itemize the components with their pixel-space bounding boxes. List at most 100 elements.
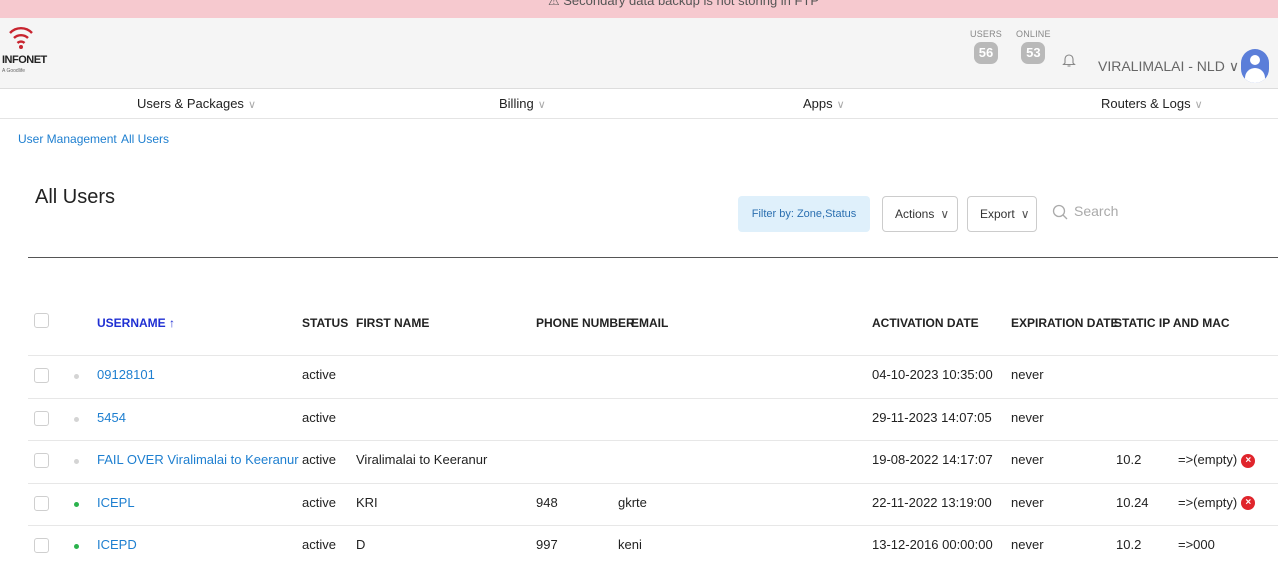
- chevron-down-icon: ∨: [537, 99, 546, 111]
- zone-selector[interactable]: VIRALIMALAI - NLD ∨: [1098, 58, 1239, 75]
- user-avatar-icon[interactable]: [1241, 49, 1269, 83]
- wifi-icon: [9, 27, 33, 49]
- banner-message: ⚠ Secondary data backup is not storing i…: [548, 0, 820, 8]
- row-checkbox[interactable]: [34, 495, 49, 511]
- brand-logo[interactable]: INFONET A Goodlife: [2, 24, 58, 80]
- cell-status: active: [302, 494, 336, 510]
- cell-username[interactable]: ICEPD: [97, 537, 137, 552]
- users-stat: USERS 56: [970, 29, 1002, 64]
- cell-activation-date: 19-08-2022 14:17:07: [872, 452, 993, 467]
- online-stat: ONLINE 53: [1016, 29, 1051, 64]
- cell-phone: 997: [536, 537, 558, 552]
- row-checkbox[interactable]: [34, 410, 49, 426]
- cell-username[interactable]: ICEPL: [97, 495, 135, 510]
- cell-email: keni: [618, 537, 642, 552]
- actions-button[interactable]: Actions ∨: [882, 196, 958, 232]
- bell-icon[interactable]: [1062, 52, 1076, 68]
- chevron-down-icon: ∨: [836, 99, 845, 111]
- cell-expiration-date: never: [1011, 537, 1044, 552]
- cell-mac-value: =>(empty): [1178, 494, 1238, 510]
- cell-username[interactable]: 09128101: [97, 367, 155, 382]
- header-first-name[interactable]: FIRST NAME: [356, 316, 429, 330]
- nav-billing[interactable]: Billing ∨: [499, 96, 546, 111]
- cell-expiration-date: never: [1011, 367, 1044, 382]
- header-phone-number[interactable]: PHONE NUMBER: [536, 316, 635, 330]
- app-header: INFONET A Goodlife USERS 56 ONLINE 53 VI…: [0, 18, 1278, 89]
- filter-button[interactable]: Filter by: Zone,Status: [738, 196, 870, 232]
- export-button[interactable]: Export ∨: [967, 196, 1037, 232]
- row-checkbox[interactable]: [34, 538, 49, 553]
- header-email[interactable]: EMAIL: [631, 316, 668, 330]
- cell-email: gkrte: [618, 494, 647, 510]
- header-expiration-date[interactable]: EXPIRATION DATE: [1011, 316, 1119, 330]
- page-title: All Users: [35, 186, 116, 208]
- offline-status-dot: [74, 459, 79, 464]
- brand-name: INFONET: [2, 54, 47, 66]
- nav-routers-logs[interactable]: Routers & Logs ∨: [1101, 96, 1203, 111]
- offline-status-dot: [74, 416, 79, 422]
- brand-tagline: A Goodlife: [2, 68, 26, 74]
- search-placeholder: Search: [1074, 203, 1119, 219]
- cell-mac: =>(empty) ×: [1178, 452, 1256, 468]
- select-all-checkbox[interactable]: [34, 313, 49, 328]
- chevron-down-icon: ∨: [1228, 58, 1240, 74]
- cell-username[interactable]: 5454: [97, 410, 126, 425]
- table-row-divider: [28, 355, 1278, 356]
- chevron-down-icon: ∨: [1020, 207, 1030, 221]
- cell-activation-date: 13-12-2016 00:00:00: [872, 537, 993, 552]
- zone-label: VIRALIMALAI - NLD: [1098, 58, 1225, 74]
- error-x-icon[interactable]: ×: [1241, 453, 1256, 468]
- cell-static-ip: 10.24: [1116, 494, 1149, 510]
- cell-expiration-date: never: [1011, 494, 1044, 510]
- backup-warning-banner: ⚠ Secondary data backup is not storing i…: [0, 0, 1278, 18]
- offline-status-dot: [74, 374, 79, 379]
- breadcrumb-all-users[interactable]: All Users: [121, 132, 169, 146]
- cell-mac-value: =>000: [1178, 537, 1215, 552]
- table-row-divider: [28, 397, 1278, 399]
- cell-status: active: [302, 537, 336, 552]
- table-row-divider: [28, 440, 1278, 441]
- cell-static-ip: 10.2: [1116, 537, 1142, 552]
- cell-activation-date: 04-10-2023 10:35:00: [872, 367, 993, 382]
- users-label: USERS: [970, 29, 1003, 39]
- cell-mac: =>000: [1178, 537, 1215, 552]
- cell-mac: =>(empty) ×: [1178, 494, 1256, 511]
- cell-status: active: [302, 367, 336, 382]
- cell-activation-date: 29-11-2023 14:07:05: [872, 409, 992, 425]
- nav-users-packages[interactable]: Users & Packages ∨: [137, 96, 256, 111]
- search-input[interactable]: Search: [1052, 203, 1118, 220]
- online-status-dot: [74, 544, 79, 549]
- online-label: ONLINE: [1016, 29, 1051, 39]
- header-username[interactable]: USERNAME ↑: [97, 316, 175, 330]
- table-row-divider: [28, 525, 1278, 526]
- cell-activation-date: 22-11-2022 13:19:00: [872, 494, 992, 510]
- table-row-divider: [28, 482, 1278, 484]
- chevron-down-icon: ∨: [1194, 99, 1203, 111]
- row-checkbox[interactable]: [34, 453, 49, 468]
- cell-expiration-date: never: [1011, 452, 1044, 467]
- cell-first-name: Viralimalai to Keeranur: [356, 452, 488, 467]
- cell-username[interactable]: FAIL OVER Viralimalai to Keeranur: [97, 452, 299, 467]
- row-checkbox[interactable]: [34, 368, 49, 383]
- cell-phone: 948: [536, 494, 558, 510]
- header-status[interactable]: STATUS: [302, 316, 348, 330]
- header-activation-date[interactable]: ACTIVATION DATE: [872, 316, 979, 330]
- cell-status: active: [302, 452, 336, 467]
- section-divider: [28, 257, 1278, 258]
- online-status-dot: [74, 501, 79, 507]
- cell-first-name: KRI: [356, 494, 378, 510]
- cell-first-name: D: [356, 537, 366, 552]
- main-nav: Users & Packages ∨ Billing ∨ Apps ∨ Routers…: [0, 89, 1278, 119]
- cell-expiration-date: never: [1011, 409, 1044, 425]
- cell-mac-value: =>(empty): [1178, 452, 1238, 467]
- cell-status: active: [302, 409, 336, 425]
- nav-apps[interactable]: Apps ∨: [803, 96, 845, 111]
- online-count-badge: 53: [1021, 42, 1046, 64]
- breadcrumb-user-management[interactable]: User Management: [18, 132, 117, 146]
- error-x-icon[interactable]: ×: [1241, 496, 1256, 511]
- cell-static-ip: 10.2: [1116, 452, 1142, 467]
- search-icon: [1052, 205, 1068, 220]
- chevron-down-icon: ∨: [247, 99, 256, 111]
- header-static-ip-mac[interactable]: STATIC IP AND MAC: [1114, 316, 1230, 330]
- chevron-down-icon: ∨: [940, 207, 950, 221]
